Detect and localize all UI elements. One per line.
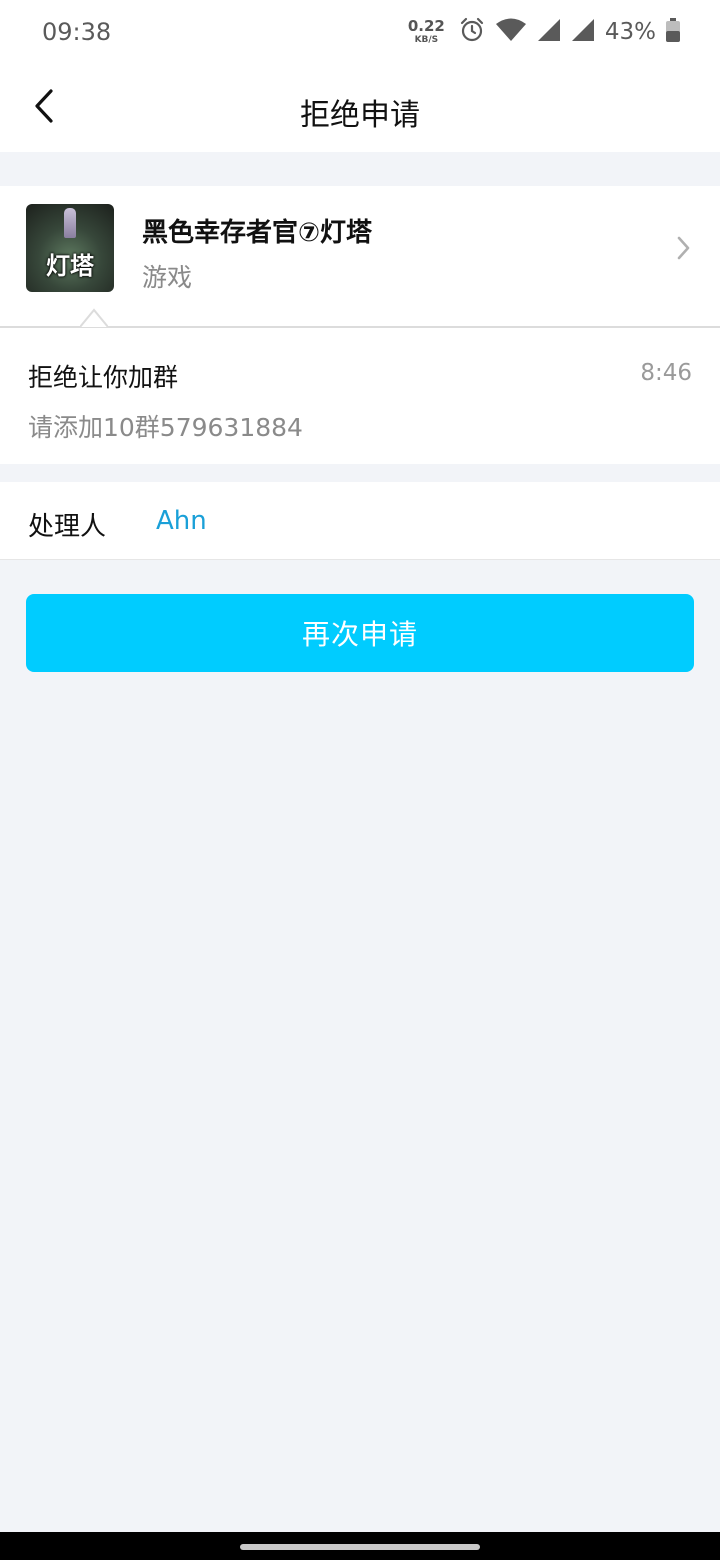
battery-icon xyxy=(666,18,680,46)
handler-row: 处理人 Ahn xyxy=(0,482,720,560)
rejection-message: 请添加10群579631884 xyxy=(28,413,303,442)
reapply-button[interactable]: 再次申请 xyxy=(26,594,694,672)
rejection-time: 8:46 xyxy=(640,360,692,386)
alarm-icon xyxy=(459,17,485,47)
status-time: 09:38 xyxy=(42,18,112,46)
lighthouse-image xyxy=(64,208,76,238)
nav-bar: 拒绝申请 xyxy=(0,64,720,152)
home-indicator[interactable] xyxy=(240,1544,480,1550)
handler-name[interactable]: Ahn xyxy=(156,506,207,536)
network-speed-value: 0.22 xyxy=(407,17,445,35)
network-speed: 0.22 KB/S xyxy=(408,19,445,45)
wifi-icon xyxy=(495,17,527,47)
screen: 09:38 0.22 KB/S 43% 拒绝申请 灯塔 黑色幸存者官⑦灯塔 游戏… xyxy=(0,0,720,1560)
group-category: 游戏 xyxy=(142,263,193,292)
group-avatar-text: 灯塔 xyxy=(46,252,94,280)
group-card[interactable]: 灯塔 黑色幸存者官⑦灯塔 游戏 xyxy=(0,186,720,326)
rejection-panel: 拒绝让你加群 8:46 请添加10群579631884 xyxy=(0,326,720,464)
group-name: 黑色幸存者官⑦灯塔 xyxy=(142,218,373,248)
handler-label: 处理人 xyxy=(28,512,107,542)
page-title: 拒绝申请 xyxy=(300,98,420,133)
status-bar: 09:38 0.22 KB/S 43% xyxy=(0,0,720,64)
system-nav-bar xyxy=(0,1532,720,1560)
group-avatar: 灯塔 xyxy=(26,204,114,292)
pointer-notch xyxy=(80,308,108,328)
chevron-right-icon xyxy=(674,234,694,262)
signal-icon xyxy=(537,18,561,46)
signal-icon xyxy=(571,18,595,46)
battery-percent: 43% xyxy=(604,19,656,45)
rejection-title: 拒绝让你加群 xyxy=(28,363,179,392)
network-speed-unit: KB/S xyxy=(414,35,439,45)
status-icons: 0.22 KB/S 43% xyxy=(408,14,680,50)
